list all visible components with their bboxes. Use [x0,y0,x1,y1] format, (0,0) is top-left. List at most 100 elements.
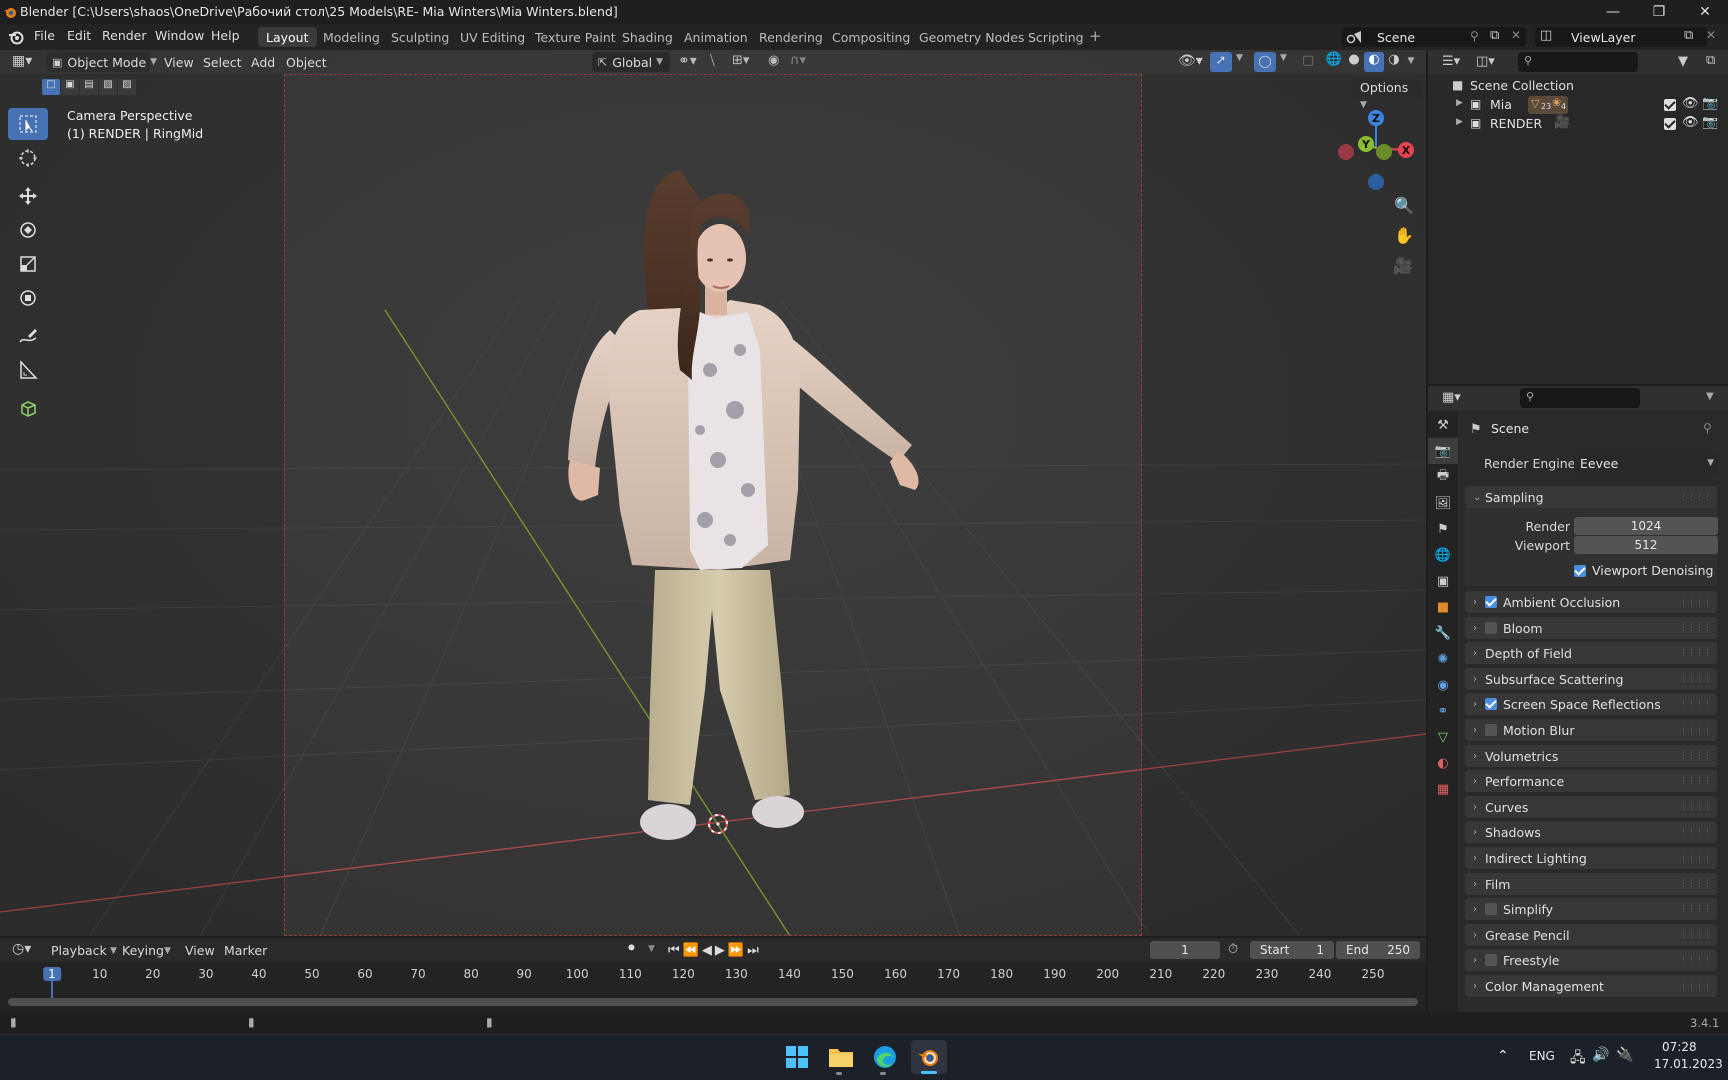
chevron-down-icon[interactable]: ▼ [648,944,655,954]
select-box-tool[interactable] [8,108,48,140]
menu-edit[interactable]: Edit [67,28,91,43]
panel-enable-checkbox[interactable] [1485,622,1497,634]
wireframe-shading-icon[interactable]: 🌐 [1324,52,1344,72]
scene-tab-icon[interactable]: ⚑ [1428,516,1458,542]
panel-color-management[interactable]: › Color Management ⋮⋮⋮⋮ [1465,975,1717,997]
menu-file[interactable]: File [34,28,55,43]
drag-handle-icon[interactable]: ⋮⋮⋮⋮ [1679,904,1712,914]
preview-range-icon[interactable]: ⏱ [1228,942,1238,957]
menu-view[interactable]: View [164,55,194,70]
3d-viewport[interactable] [0,50,1426,936]
render-tab-icon[interactable]: 📷 [1428,438,1458,464]
material-shading-icon[interactable]: ◐ [1364,52,1384,72]
transform-orientation-dropdown[interactable]: ⇱ Global ▼ [592,52,670,72]
snap-target-icon[interactable]: ⊞▾ [732,53,749,68]
properties-editor-icon[interactable]: ▦▾ [1442,390,1461,405]
clock-time[interactable]: 07:28 [1662,1040,1697,1054]
drag-handle-icon[interactable]: ⋮⋮⋮⋮ [1679,648,1712,658]
mode-dropdown[interactable]: ▣ Object Mode ▼ [46,52,157,72]
panel-enable-checkbox[interactable] [1485,724,1497,736]
collection-tab-icon[interactable]: ▣ [1428,568,1458,594]
snap-icon[interactable]: ⧹ [710,53,715,69]
panel-indirect-lighting[interactable]: › Indirect Lighting ⋮⋮⋮⋮ [1465,847,1717,869]
tab-sculpting[interactable]: Sculpting [383,27,457,47]
output-tab-icon[interactable]: 🖶 [1428,464,1458,490]
tab-shading[interactable]: Shading [614,27,681,47]
viewport-denoising-checkbox[interactable] [1574,564,1586,577]
tab-texture-paint[interactable]: Texture Paint [527,27,624,47]
outliner-item-render[interactable]: ▶ ▣ RENDER 🎥 👁 📷 [1428,114,1728,134]
sampling-panel-header[interactable]: ⌄ Sampling ⋮⋮⋮⋮ [1465,486,1717,508]
start-frame-field[interactable]: Start 1 [1250,941,1334,959]
drag-handle-icon[interactable]: ⋮⋮⋮⋮ [1679,492,1712,502]
texture-tab-icon[interactable]: ▦ [1428,776,1458,802]
new-view-layer-icon[interactable]: ⧉ [1684,28,1693,43]
panel-enable-checkbox[interactable] [1485,903,1497,915]
volume-icon[interactable]: 🔊 [1592,1047,1609,1063]
outliner-search-input[interactable]: ⚲ [1518,52,1638,72]
menu-select[interactable]: Select [203,55,242,70]
menu-playback[interactable]: Playback [51,943,107,958]
measure-tool[interactable] [8,354,48,386]
menu-render[interactable]: Render [102,28,147,43]
options-dropdown[interactable]: Options ▼ [1352,78,1422,110]
menu-help[interactable]: Help [211,28,240,43]
jump-start-icon[interactable]: ⏮ [668,943,680,958]
exclude-checkbox[interactable] [1664,99,1676,111]
zoom-icon[interactable]: 🔍 [1394,196,1414,215]
close-button[interactable]: ✕ [1682,0,1728,24]
add-workspace-button[interactable]: + [1089,27,1102,45]
properties-search-input[interactable]: ⚲ [1520,388,1640,408]
select-new-icon[interactable]: □ [42,79,60,95]
pin-scene-icon[interactable]: ⚲ [1470,29,1479,43]
tab-modeling[interactable]: Modeling [315,27,388,47]
start-button[interactable] [779,1040,815,1074]
current-frame-field[interactable]: 1 [1150,941,1220,959]
xray-icon[interactable]: ▢ [1302,53,1314,68]
panel-shadows[interactable]: › Shadows ⋮⋮⋮⋮ [1465,821,1717,843]
tab-uv-editing[interactable]: UV Editing [452,27,533,47]
play-icon[interactable]: ▶ [715,943,725,958]
timeline-editor-icon[interactable]: ◷▾ [12,941,31,957]
viewport-samples-field[interactable]: 512 [1574,536,1718,554]
tool-tab-icon[interactable]: ⚒ [1428,412,1458,438]
tab-rendering[interactable]: Rendering [751,27,831,47]
cursor-tool[interactable] [8,142,48,174]
panel-screen-space-reflections[interactable]: › Screen Space Reflections ⋮⋮⋮⋮ [1465,693,1717,715]
navigation-gizmo[interactable]: Z Y X [1330,104,1420,194]
rotate-tool[interactable] [8,214,48,246]
select-subtract-icon[interactable]: ▤ [80,79,98,95]
view-layer-selector[interactable]: ViewLayer [1535,27,1707,47]
drag-handle-icon[interactable]: ⋮⋮⋮⋮ [1679,802,1712,812]
material-tab-icon[interactable]: ◐ [1428,750,1458,776]
drag-handle-icon[interactable]: ⋮⋮⋮⋮ [1679,981,1712,991]
file-explorer-button[interactable] [823,1040,859,1074]
tab-geometry-nodes[interactable]: Geometry Nodes [911,27,1032,47]
menu-timeline-view[interactable]: View [185,943,215,958]
outliner-editor-icon[interactable]: ☰▾ [1442,54,1460,69]
panel-enable-checkbox[interactable] [1485,596,1497,608]
drag-handle-icon[interactable]: ⋮⋮⋮⋮ [1679,827,1712,837]
outliner-scene-collection[interactable]: ■ Scene Collection [1428,76,1728,96]
next-keyframe-icon[interactable]: ⏩ [728,943,744,958]
drag-handle-icon[interactable]: ⋮⋮⋮⋮ [1679,674,1712,684]
drag-handle-icon[interactable]: ⋮⋮⋮⋮ [1679,597,1712,607]
eye-icon[interactable]: 👁 [1682,96,1699,111]
drag-handle-icon[interactable]: ⋮⋮⋮⋮ [1679,751,1712,761]
remove-scene-icon[interactable]: ✕ [1511,28,1521,42]
drag-handle-icon[interactable]: ⋮⋮⋮⋮ [1679,623,1712,633]
select-intersect-icon[interactable]: ▨ [118,79,136,95]
menu-window[interactable]: Window [155,28,204,43]
panel-ambient-occlusion[interactable]: › Ambient Occlusion ⋮⋮⋮⋮ [1465,591,1717,613]
chevron-down-icon[interactable]: ▼ [1236,53,1243,63]
render-samples-field[interactable]: 1024 [1574,517,1718,535]
world-tab-icon[interactable]: 🌐 [1428,542,1458,568]
panel-film[interactable]: › Film ⋮⋮⋮⋮ [1465,873,1717,895]
menu-marker[interactable]: Marker [224,943,267,958]
drag-handle-icon[interactable]: ⋮⋮⋮⋮ [1679,930,1712,940]
viewport-denoising-toggle[interactable]: Viewport Denoising [1574,563,1713,578]
data-tab-icon[interactable]: ▽ [1428,724,1458,750]
filter-icon[interactable]: ▼ [1678,54,1688,69]
drag-handle-icon[interactable]: ⋮⋮⋮⋮ [1679,699,1712,709]
remove-view-layer-icon[interactable]: ✕ [1706,28,1716,42]
